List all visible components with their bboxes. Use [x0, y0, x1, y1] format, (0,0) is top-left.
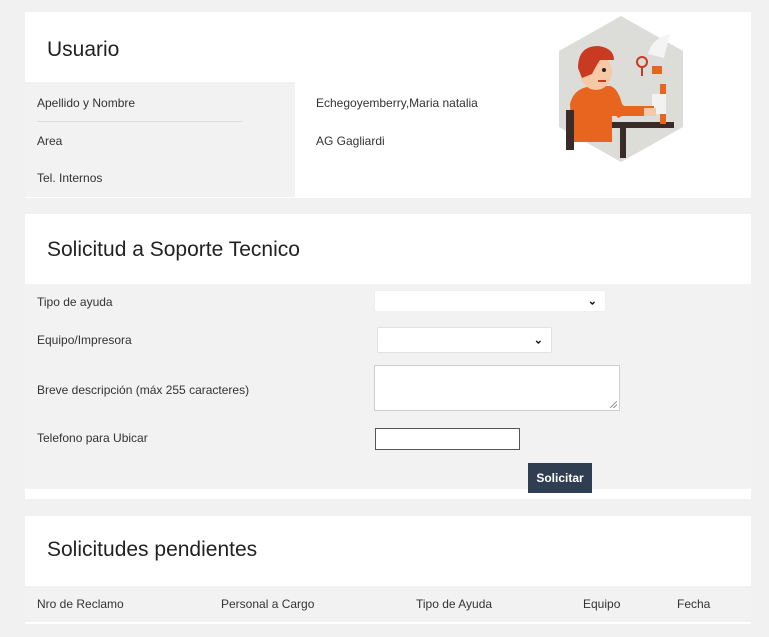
- usuario-title: Usuario: [47, 38, 120, 61]
- pendientes-panel: [25, 516, 751, 624]
- column-header-fecha[interactable]: Fecha: [677, 597, 710, 611]
- resize-grip-icon[interactable]: [610, 401, 617, 408]
- tipo-ayuda-label: Tipo de ayuda: [37, 295, 113, 309]
- descripcion-textarea[interactable]: [374, 365, 620, 411]
- solicitud-title: Solicitud a Soporte Tecnico: [47, 238, 300, 261]
- nombre-value: Echegoyemberry,Maria natalia: [316, 96, 478, 110]
- column-header-personal-a-cargo[interactable]: Personal a Cargo: [221, 597, 314, 611]
- pendientes-header-band: [25, 586, 751, 622]
- pendientes-title: Solicitudes pendientes: [47, 538, 258, 561]
- divider: [37, 121, 242, 122]
- telefono-label: Telefono para Ubicar: [37, 431, 148, 445]
- column-header-tipo-de-ayuda[interactable]: Tipo de Ayuda: [416, 597, 492, 611]
- chevron-down-icon: ⌄: [587, 295, 597, 308]
- solicitar-button[interactable]: Solicitar: [528, 463, 592, 493]
- nombre-label: Apellido y Nombre: [37, 96, 136, 110]
- descripcion-label: Breve descripción (máx 255 caracteres): [37, 383, 250, 397]
- tipo-ayuda-select[interactable]: ⌄: [374, 290, 606, 312]
- equipo-select[interactable]: ⌄: [377, 327, 552, 353]
- area-value: AG Gagliardi: [316, 134, 385, 148]
- telefono-input[interactable]: [375, 428, 520, 450]
- area-label: Area: [37, 134, 63, 148]
- equipo-label: Equipo/Impresora: [37, 333, 132, 347]
- column-header-equipo[interactable]: Equipo: [583, 597, 620, 611]
- tel-internos-label: Tel. Internos: [37, 171, 103, 185]
- column-header-nro-reclamo[interactable]: Nro de Reclamo: [37, 597, 124, 611]
- chevron-down-icon: ⌄: [533, 334, 543, 347]
- support-person-illustration-icon: [559, 16, 683, 162]
